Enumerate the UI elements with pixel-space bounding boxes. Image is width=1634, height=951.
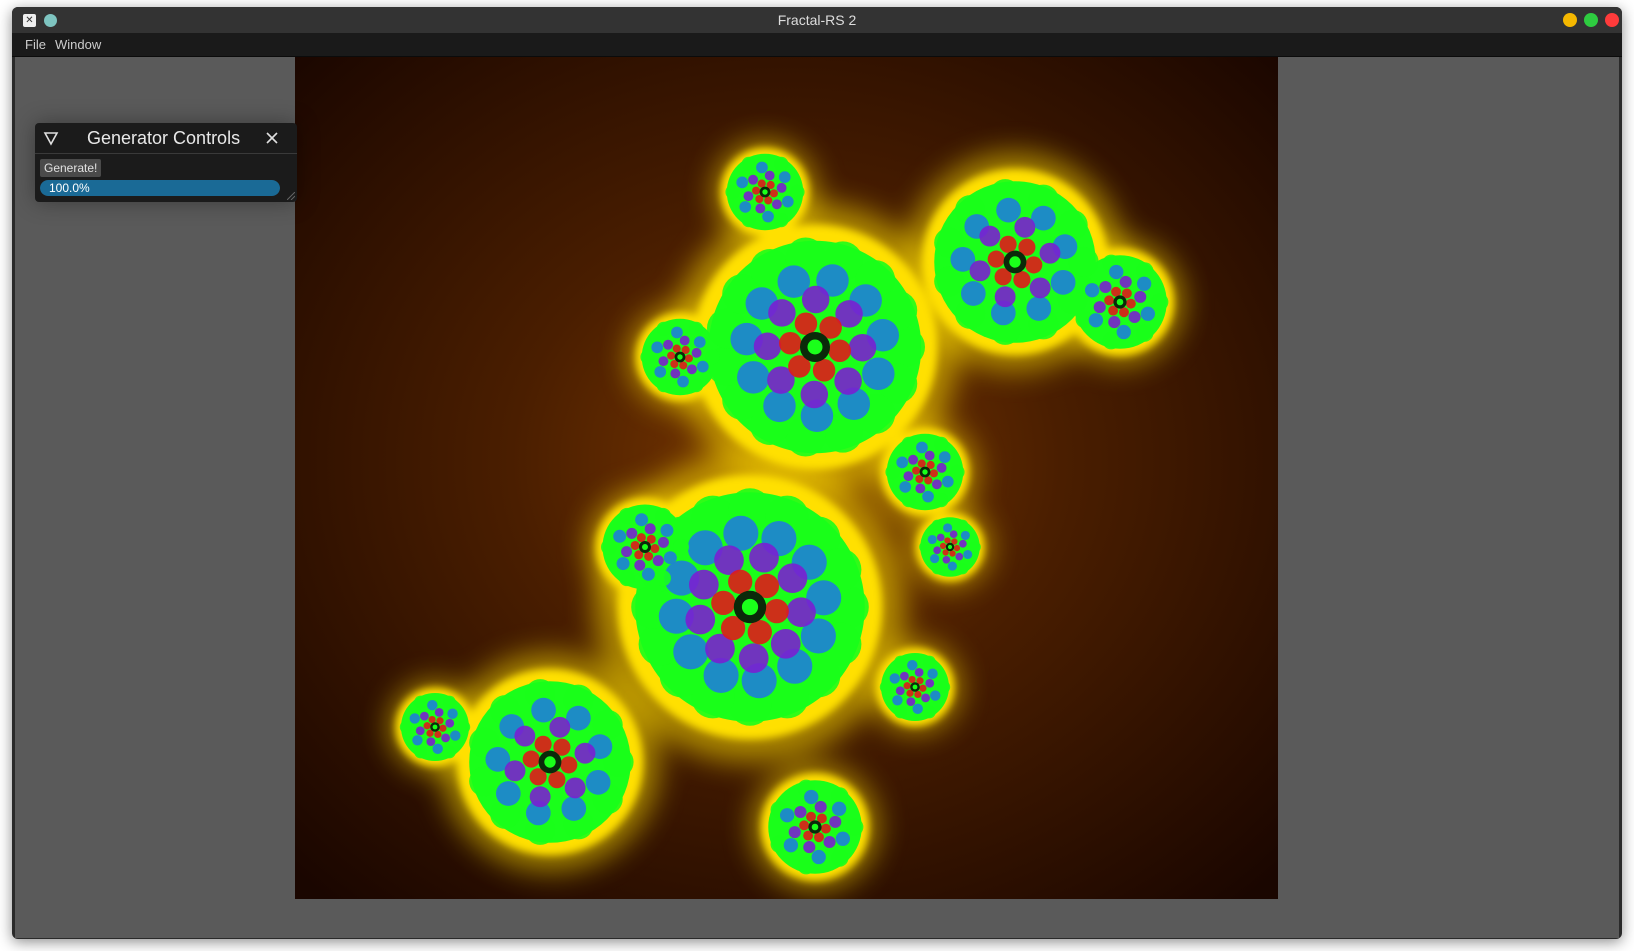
maximize-button[interactable] [1584,13,1598,27]
app-window: ✕ Fractal-RS 2 File Window Generator Con… [12,7,1622,939]
close-icon[interactable] [265,131,279,145]
menu-window[interactable]: Window [55,37,101,52]
triangle-down-icon[interactable] [43,130,59,146]
minimize-button[interactable] [1563,13,1577,27]
window-title: Fractal-RS 2 [777,12,857,28]
generate-button[interactable]: Generate! [40,159,102,177]
fractal-canvas[interactable] [295,57,1278,899]
close-window-button[interactable] [1605,13,1619,27]
title-bar[interactable]: ✕ Fractal-RS 2 [12,7,1622,33]
panel-header[interactable]: Generator Controls [35,123,297,154]
progress-bar: 100.0% [40,180,280,196]
progress-label: 100.0% [49,181,90,195]
resize-grip-icon[interactable] [287,192,295,200]
workspace: Generator Controls Generate! 100.0% [15,57,1619,938]
menu-bar: File Window [12,33,1622,57]
panel-title: Generator Controls [87,128,241,148]
generator-controls-panel[interactable]: Generator Controls Generate! 100.0% [35,123,297,202]
menu-file[interactable]: File [25,37,46,52]
